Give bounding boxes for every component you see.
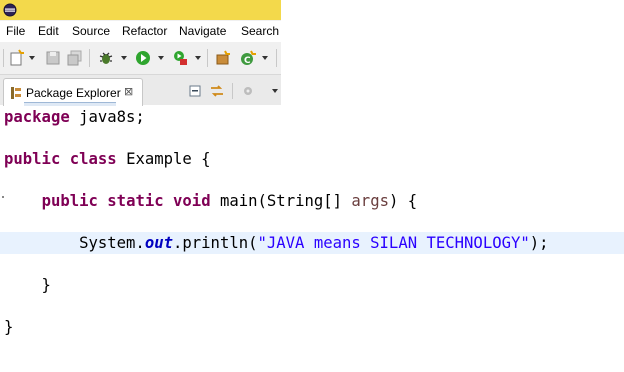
link-with-editor-icon[interactable] [209,83,225,99]
new-icon[interactable] [8,49,26,67]
external-tools-dropdown-arrow[interactable] [195,56,201,60]
package-explorer-view-bar: Package Explorer ⊠ [0,74,281,106]
code-token: System. [4,234,145,252]
view-menu-dropdown-arrow[interactable] [272,89,278,93]
code-editor[interactable]: package java8s; public class Example { p… [0,106,624,372]
menu-search[interactable]: Search [241,24,279,38]
view-menu-icon[interactable] [240,83,256,99]
code-token: } [4,276,51,294]
code-line-close-class[interactable]: } [4,317,13,337]
external-tools-icon[interactable] [171,49,189,67]
run-dropdown-arrow[interactable] [158,56,164,60]
menu-file[interactable]: File [6,24,25,38]
menu-edit[interactable]: Edit [38,24,59,38]
new-package-icon[interactable] [214,49,232,67]
code-token: args [351,192,389,210]
main-toolbar: C [0,45,281,72]
save-icon[interactable] [44,49,62,67]
code-token: public [41,192,98,210]
code-token: ); [529,234,549,252]
eclipse-chrome: File Edit Source Refactor Navigate Searc… [0,0,281,106]
save-all-icon[interactable] [66,49,84,67]
run-icon[interactable] [134,49,152,67]
toolbar-separator [232,83,233,99]
eclipse-app-icon [3,3,17,17]
toolbar-separator [207,49,208,67]
title-bar [0,0,281,20]
menu-bar: File Edit Source Refactor Navigate Searc… [0,21,281,42]
code-token: out [144,234,173,252]
debug-icon[interactable] [97,49,115,67]
code-token: package [4,108,70,126]
menu-refactor[interactable]: Refactor [122,24,167,38]
toolbar-separator [276,49,277,67]
code-token: public [4,150,61,168]
debug-dropdown-arrow[interactable] [121,56,127,60]
code-line-main-decl[interactable]: public static void main(String[] args) { [4,191,418,211]
collapse-all-icon[interactable] [188,83,204,99]
code-token: .println( [173,234,258,252]
code-token: ) { [388,192,418,210]
code-token: "JAVA means SILAN TECHNOLOGY" [257,234,530,252]
code-line-class-decl[interactable]: public class Example { [4,149,211,169]
close-icon[interactable]: ⊠ [124,85,133,98]
code-token: static [107,192,164,210]
code-token: Example { [116,150,211,168]
code-line-package[interactable]: package java8s; [4,107,145,127]
menu-source[interactable]: Source [72,24,110,38]
tab-label: Package Explorer [26,86,121,100]
code-token: main(String[] [210,192,352,210]
code-token: class [69,150,117,168]
code-line-println[interactable]: System.out.println("JAVA means SILAN TEC… [4,233,549,253]
toolbar-separator [89,49,90,67]
svg-text:C: C [244,56,251,66]
new-class-dropdown-arrow[interactable] [262,56,268,60]
toolbar-separator [3,49,4,67]
code-token: void [173,192,211,210]
package-explorer-icon [11,87,21,99]
menu-navigate[interactable]: Navigate [179,24,226,38]
code-line-close-method[interactable]: } [4,275,51,295]
new-class-icon[interactable]: C [239,49,257,67]
new-dropdown-arrow[interactable] [29,56,35,60]
code-token: } [4,318,14,336]
code-token: java8s; [69,108,145,126]
